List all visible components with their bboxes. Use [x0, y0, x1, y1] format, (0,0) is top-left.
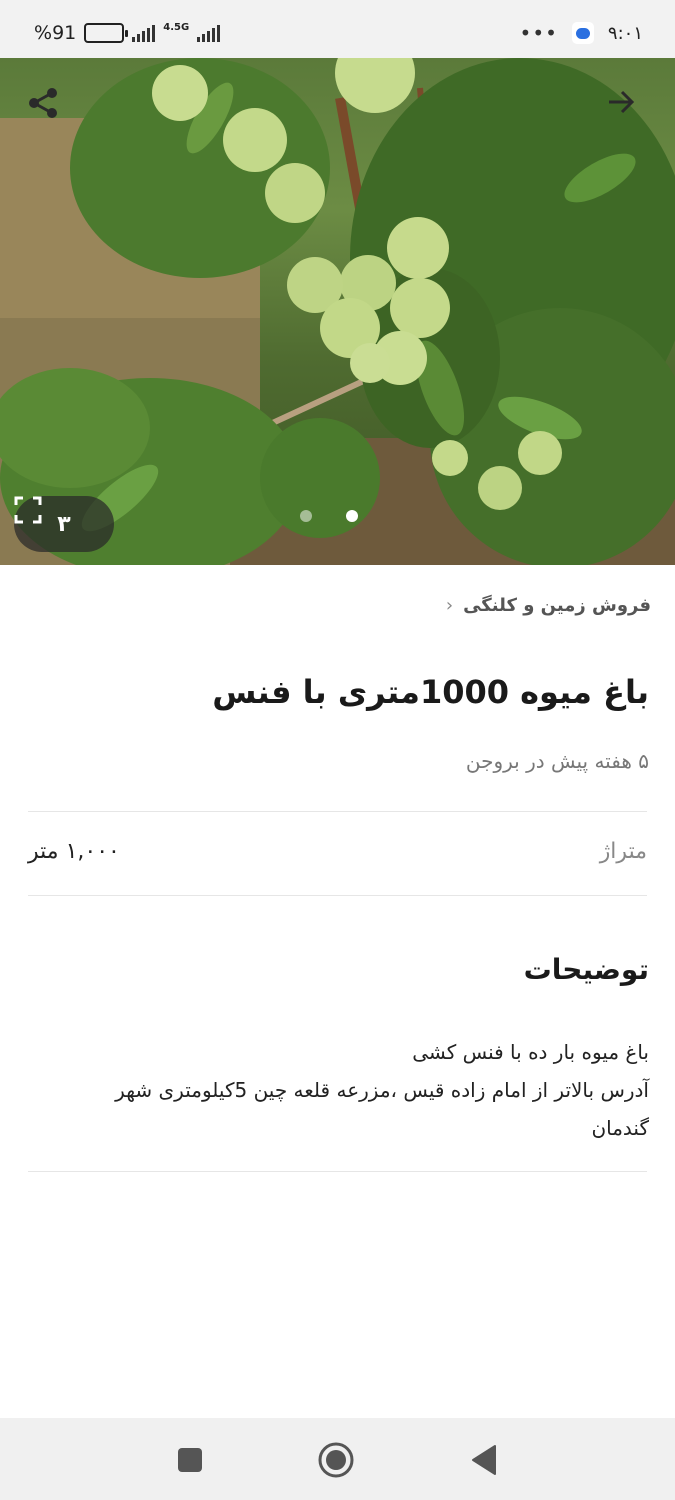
triangle-back-icon: [472, 1445, 496, 1475]
image-counter-button[interactable]: ۳: [14, 496, 114, 552]
status-left: %91 4.5G: [34, 20, 221, 46]
home-button[interactable]: [314, 1438, 358, 1482]
description-line: باغ میوه بار ده با فنس کشی: [412, 1040, 649, 1064]
clock: ۹:۰۱: [607, 22, 643, 44]
status-bar: %91 4.5G ••• ۹:۰۱: [0, 0, 675, 62]
more-notifications-icon: •••: [519, 21, 558, 45]
battery-icon: [84, 23, 129, 43]
network-type: 4.5G: [163, 21, 190, 33]
description-line: آدرس بالاتر از امام زاده قیس ،مزرعه قلعه…: [115, 1078, 649, 1102]
divider: [28, 811, 647, 812]
orchard-photo: [0, 58, 675, 565]
spec-label: متراژ: [599, 839, 647, 864]
breadcrumb[interactable]: فروش زمین و کلنگی ‹: [446, 595, 651, 616]
share-button[interactable]: [26, 86, 70, 130]
system-nav-bar: [0, 1418, 675, 1500]
spec-value: ۱,۰۰۰ متر: [28, 839, 120, 864]
message-app-icon: [571, 22, 594, 44]
spec-row-area: متراژ ۱,۰۰۰ متر: [28, 813, 647, 895]
breadcrumb-category[interactable]: فروش زمین و کلنگی: [463, 595, 651, 616]
description-heading: توضیحات: [523, 953, 649, 986]
listing-photo[interactable]: ۳: [0, 58, 675, 565]
carousel-dot-active[interactable]: [346, 510, 358, 522]
image-count: ۳: [57, 511, 71, 537]
chevron-left-icon: ‹: [445, 595, 454, 616]
arrow-right-icon: [609, 90, 635, 114]
share-icon: [29, 88, 57, 118]
fullscreen-icon: [14, 496, 42, 524]
description-text: باغ میوه بار ده با فنس کشی آدرس بالاتر ا…: [49, 1033, 649, 1147]
signal-icon: [132, 24, 156, 42]
square-icon: [178, 1448, 202, 1472]
status-right: ••• ۹:۰۱: [520, 20, 643, 46]
nav-back-button[interactable]: [462, 1438, 506, 1482]
signal-icon-2: [197, 24, 221, 42]
circle-icon: [318, 1442, 354, 1478]
divider: [28, 1171, 647, 1172]
carousel-dots: [300, 510, 358, 522]
listing-title: باغ میوه 1000متری با فنس: [212, 673, 649, 711]
back-button[interactable]: [605, 86, 649, 130]
divider: [28, 895, 647, 896]
battery-percent: %91: [34, 22, 77, 44]
recents-button[interactable]: [168, 1438, 212, 1482]
carousel-dot[interactable]: [300, 510, 312, 522]
posted-time-location: ۵ هفته پیش در بروجن: [465, 749, 649, 773]
description-line: گندمان: [591, 1116, 649, 1140]
